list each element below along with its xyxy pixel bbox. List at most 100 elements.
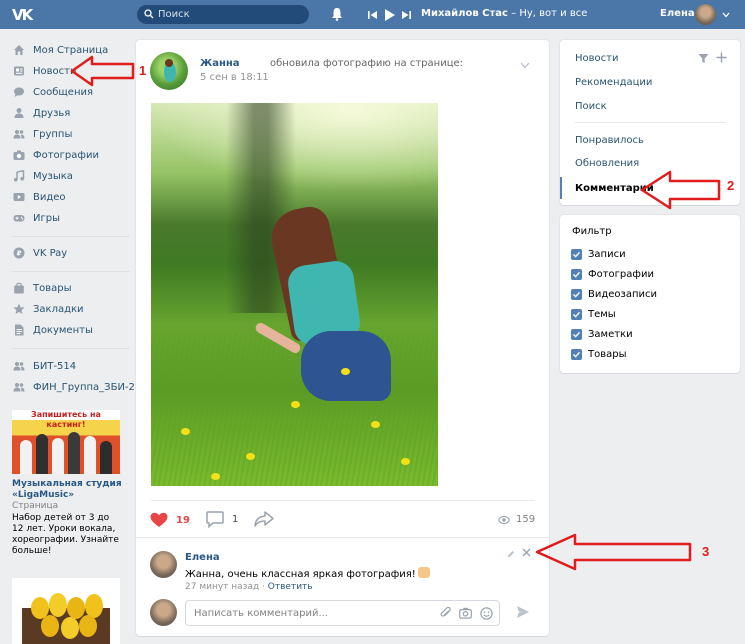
ad-image-2[interactable]	[12, 578, 120, 644]
comment-input[interactable]	[194, 606, 424, 620]
photo-dandelion	[341, 368, 350, 375]
ad-block[interactable]: Запишитесь на кастинг! Музыкальная студи…	[12, 410, 122, 557]
nav-label: Группы	[33, 128, 73, 140]
vk-logo[interactable]: VK	[12, 6, 38, 24]
divider	[575, 122, 725, 123]
close-icon[interactable]	[522, 548, 531, 557]
search-box[interactable]	[137, 5, 309, 24]
vkpay-icon: ₽	[13, 247, 25, 259]
comment-meta: 27 минут назад · Ответить	[185, 582, 313, 592]
now-playing[interactable]: Михайлов Стас – Ну, вот и все	[421, 8, 587, 19]
filter-option-posts[interactable]: Записи	[571, 247, 626, 261]
nav-item-video[interactable]: Видео	[10, 187, 125, 207]
user-avatar[interactable]	[695, 4, 716, 25]
nav-label: Сообщения	[33, 86, 94, 98]
feed-filter: Фильтр Записи Фотографии Видеозаписи Тем…	[560, 215, 740, 373]
play-icon[interactable]	[384, 8, 395, 21]
filter-option-label: Фотографии	[588, 268, 654, 280]
nav-item-games[interactable]: Игры	[10, 208, 125, 228]
previous-track-icon[interactable]	[368, 10, 378, 20]
divider	[151, 500, 535, 501]
ad-banner-image[interactable]: Запишитесь на кастинг!	[12, 410, 120, 474]
feed-menu-recommendations[interactable]: Рекомендации	[560, 71, 740, 93]
star-icon	[13, 303, 25, 314]
nav-item-bookmarks[interactable]: Закладки	[10, 299, 125, 319]
user-name[interactable]: Елена	[660, 8, 695, 19]
checkbox-checked-icon[interactable]	[571, 248, 582, 260]
feed-menu-news[interactable]: Новости	[560, 47, 740, 69]
nav-item-friends[interactable]: Друзья	[10, 103, 125, 123]
chevron-down-icon[interactable]	[520, 62, 530, 69]
reply-link[interactable]: Ответить	[268, 582, 313, 592]
comment-composer[interactable]	[185, 600, 500, 626]
ad-title[interactable]: Музыкальная студия «LigaMusic»	[12, 479, 122, 501]
checkbox-checked-icon[interactable]	[571, 268, 582, 280]
checkbox-checked-icon[interactable]	[571, 328, 582, 340]
share-icon[interactable]	[254, 511, 274, 527]
feed-post: Жанна обновила фотографию на странице: 5…	[136, 40, 549, 636]
smile-icon[interactable]	[480, 607, 493, 620]
nav-label: ФИН_Группа_ЗБИ-21	[33, 381, 142, 393]
checkbox-checked-icon[interactable]	[571, 288, 582, 300]
nav-item-community-bit-514[interactable]: БИТ-514	[10, 356, 125, 376]
filter-option-videos[interactable]: Видеозаписи	[571, 287, 657, 301]
like-button[interactable]: 19	[150, 512, 190, 528]
filter-icon[interactable]	[698, 53, 709, 64]
send-icon[interactable]	[516, 605, 530, 619]
post-date[interactable]: 5 сен в 18:11	[200, 72, 269, 83]
comment-time[interactable]: 27 минут назад	[185, 582, 259, 592]
comment-author-name[interactable]: Елена	[185, 552, 220, 563]
friends-icon	[14, 108, 24, 118]
comment-text: Жанна, очень классная яркая фотография!	[185, 567, 430, 580]
post-author-avatar[interactable]	[150, 52, 188, 90]
post-author-name[interactable]: Жанна	[200, 58, 240, 69]
photo-dandelion	[181, 428, 190, 435]
filter-option-notes[interactable]: Заметки	[571, 327, 633, 341]
nav-item-community-fin[interactable]: ФИН_Группа_ЗБИ-21	[10, 377, 141, 397]
next-track-icon[interactable]	[401, 10, 411, 20]
camera-icon[interactable]	[459, 607, 472, 619]
view-count: 159	[516, 514, 536, 525]
feed-menu-search[interactable]: Поиск	[560, 95, 740, 117]
filter-option-photos[interactable]: Фотографии	[571, 267, 654, 281]
ad-banner-figure	[84, 436, 96, 474]
nav-item-photos[interactable]: Фотографии	[10, 145, 125, 165]
chevron-down-icon[interactable]	[722, 12, 730, 18]
annotation-arrow-3	[535, 533, 692, 571]
photo-dandelion	[371, 421, 380, 428]
nav-item-documents[interactable]: Документы	[10, 320, 125, 340]
eye-icon	[498, 515, 510, 524]
bell-icon[interactable]	[331, 7, 343, 21]
ad-description: Набор детей от 3 до 12 лет. Уроки вокала…	[12, 513, 119, 556]
nav-label: Товары	[33, 282, 72, 294]
pencil-icon[interactable]	[507, 550, 515, 558]
post-photo[interactable]	[151, 103, 438, 486]
filter-option-goods[interactable]: Товары	[571, 347, 627, 361]
nav-item-vk-pay[interactable]: ₽ VK Pay	[10, 243, 125, 263]
post-action: обновила фотографию на странице:	[270, 58, 464, 69]
nav-label: Музыка	[33, 170, 73, 182]
filter-option-label: Товары	[588, 348, 627, 360]
filter-option-topics[interactable]: Темы	[571, 307, 616, 321]
feed-menu-liked[interactable]: Понравилось	[560, 129, 740, 151]
plus-icon[interactable]	[716, 52, 727, 63]
nav-item-music[interactable]: Музыка	[10, 166, 125, 186]
checkbox-checked-icon[interactable]	[571, 348, 582, 360]
search-icon	[144, 9, 154, 19]
like-count: 19	[176, 514, 190, 526]
top-bar: VK Михайлов Стас – Ну, вот и все Елена	[0, 0, 745, 29]
comment-author-avatar[interactable]	[150, 551, 177, 578]
annotation-arrow-1	[70, 55, 135, 87]
comment-text-body: Жанна, очень классная яркая фотография!	[185, 569, 416, 580]
nav-item-groups[interactable]: Группы	[10, 124, 125, 144]
ad-banner-figure	[52, 438, 64, 474]
photo-dandelion	[211, 473, 220, 480]
video-icon	[13, 193, 25, 201]
search-input[interactable]	[158, 7, 303, 22]
checkbox-checked-icon[interactable]	[571, 308, 582, 320]
nav-label: Друзья	[33, 107, 71, 119]
nav-item-goods[interactable]: Товары	[10, 278, 125, 298]
nav-label: Фотографии	[33, 149, 99, 161]
comment-button[interactable]: 1	[206, 511, 238, 528]
attach-icon[interactable]	[440, 607, 451, 620]
